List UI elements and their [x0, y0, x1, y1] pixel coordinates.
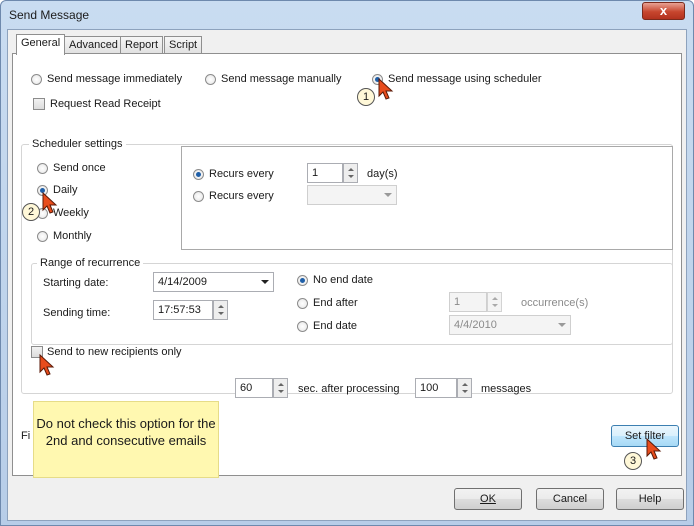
- read-receipt-checkbox[interactable]: [33, 98, 45, 110]
- send-scheduler-label: Send message using scheduler: [388, 73, 542, 85]
- recurs-every-label: Recurs every: [209, 168, 274, 180]
- sending-time-stepper[interactable]: [213, 300, 228, 320]
- scheduler-settings-label: Scheduler settings: [29, 138, 126, 150]
- filter-label: Fi: [21, 430, 31, 442]
- end-date-picker[interactable]: 4/4/2010: [449, 315, 571, 335]
- occurrences-label: occurrence(s): [521, 297, 589, 309]
- window-title: Send Message: [9, 8, 90, 22]
- end-after-input[interactable]: 1: [449, 292, 487, 312]
- delay-seconds-input[interactable]: 60: [235, 378, 273, 398]
- no-end-date-radio[interactable]: [297, 275, 308, 286]
- tab-report[interactable]: Report: [120, 36, 164, 54]
- send-manually-label: Send message manually: [221, 73, 342, 85]
- tab-label: General: [21, 37, 61, 49]
- tab-label: Report: [125, 39, 159, 51]
- title-bar[interactable]: Send Message x: [1, 1, 693, 29]
- message-count-input[interactable]: 100: [415, 378, 457, 398]
- sending-time-label: Sending time:: [43, 307, 111, 319]
- end-after-stepper[interactable]: [487, 292, 502, 312]
- monthly-label: Monthly: [53, 230, 92, 242]
- ok-label: OK: [480, 493, 496, 505]
- days-unit-label: day(s): [367, 168, 398, 180]
- close-button[interactable]: x: [642, 2, 685, 20]
- end-date-value: 4/4/2010: [454, 319, 497, 331]
- send-once-radio[interactable]: [37, 163, 48, 174]
- message-count-stepper[interactable]: [457, 378, 472, 398]
- cancel-label: Cancel: [552, 493, 588, 505]
- send-message-window: Send Message x General Advanced Report S…: [0, 0, 694, 526]
- callout-1: 1: [357, 88, 375, 106]
- help-label: Help: [638, 493, 662, 505]
- chevron-down-icon: [384, 193, 392, 197]
- message-count-label: messages: [481, 383, 532, 395]
- monthly-radio[interactable]: [37, 231, 48, 242]
- end-after-label: End after: [313, 297, 358, 309]
- tab-label: Advanced: [69, 39, 118, 51]
- cursor-arrow-icon: [39, 354, 55, 376]
- recurs-every-days-stepper[interactable]: [343, 163, 358, 183]
- range-of-recurrence-label: Range of recurrence: [37, 257, 144, 269]
- ok-button[interactable]: OK: [454, 488, 522, 510]
- recurs-every-days-radio[interactable]: [193, 169, 204, 180]
- send-immediately-radio[interactable]: [31, 74, 42, 85]
- starting-date-picker[interactable]: 4/14/2009: [153, 272, 274, 292]
- end-after-radio[interactable]: [297, 298, 308, 309]
- tab-advanced[interactable]: Advanced: [64, 36, 123, 54]
- end-date-label: End date: [313, 320, 358, 332]
- send-once-label: Send once: [53, 162, 106, 174]
- starting-date-value: 4/14/2009: [158, 276, 207, 288]
- recurs-every-alt-radio[interactable]: [193, 191, 204, 202]
- send-immediately-label: Send message immediately: [47, 73, 183, 85]
- tip-note: Do not check this option for the 2nd and…: [33, 401, 219, 478]
- read-receipt-label: Request Read Receipt: [50, 98, 161, 110]
- new-recipients-label: Send to new recipients only: [47, 346, 182, 358]
- general-tab-page: Send message immediately Send message ma…: [12, 53, 682, 478]
- end-date-radio[interactable]: [297, 321, 308, 332]
- delay-seconds-label: sec. after processing: [298, 383, 400, 395]
- recurs-every-alt-dropdown[interactable]: [307, 185, 397, 205]
- cursor-arrow-icon: [378, 78, 394, 100]
- sending-time-input[interactable]: 17:57:53: [153, 300, 213, 320]
- starting-date-label: Starting date:: [43, 277, 109, 289]
- cursor-arrow-icon: [646, 438, 662, 460]
- chevron-down-icon: [558, 323, 566, 327]
- send-manually-radio[interactable]: [205, 74, 216, 85]
- tab-general[interactable]: General: [16, 34, 66, 55]
- close-icon: x: [659, 3, 668, 18]
- delay-seconds-stepper[interactable]: [273, 378, 288, 398]
- cancel-button[interactable]: Cancel: [536, 488, 604, 510]
- tab-label: Script: [169, 39, 198, 51]
- cursor-arrow-icon: [42, 192, 58, 214]
- help-button[interactable]: Help: [616, 488, 684, 510]
- dialog-body: General Advanced Report Script Send mess…: [7, 29, 687, 521]
- no-end-date-label: No end date: [313, 274, 373, 286]
- callout-3: 3: [624, 452, 642, 470]
- recurs-every-alt-label: Recurs every: [209, 190, 274, 202]
- tab-script[interactable]: Script: [164, 36, 203, 54]
- tip-note-text: Do not check this option for the 2nd and…: [36, 416, 216, 448]
- callout-2: 2: [22, 203, 40, 221]
- chevron-down-icon: [261, 280, 269, 284]
- recurs-every-days-input[interactable]: 1: [307, 163, 343, 183]
